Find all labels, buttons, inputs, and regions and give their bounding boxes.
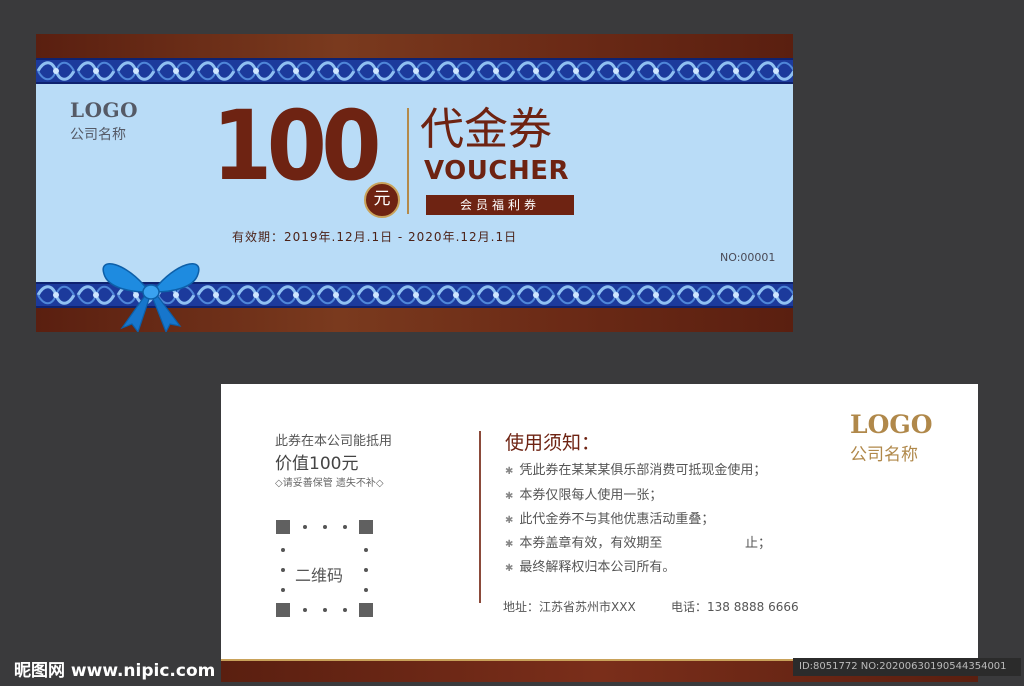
top-ornament-border xyxy=(36,58,793,84)
bullet-icon: ✱ xyxy=(505,491,514,502)
serial-number: NO:00001 xyxy=(720,251,776,264)
voucher-front: LOGO 公司名称 100 元 代金券 VOUCHER 会员福利券 有效期：20… xyxy=(36,34,793,332)
member-benefit-label: 会员福利券 xyxy=(426,195,574,215)
gold-divider xyxy=(407,108,409,214)
bullet-icon: ✱ xyxy=(505,563,514,574)
site-watermark: 昵图网 www.nipic.com xyxy=(14,661,216,681)
validity-period: 有效期：2019年.12月.1日 - 2020年.12月.1日 xyxy=(232,230,518,244)
rule-item: ✱ 凭此券在某某某俱乐部消费可抵现金使用； xyxy=(505,463,767,478)
usage-notes-title: 使用须知： xyxy=(505,432,601,454)
keep-safe-note: ◇请妥善保管 遗失不补◇ xyxy=(275,478,384,489)
company-name: 公司名称 xyxy=(850,445,918,465)
title-chinese: 代金券 xyxy=(420,104,552,155)
bullet-icon: ✱ xyxy=(505,539,514,550)
value-text: 价值100元 xyxy=(275,454,359,474)
rule-item: ✱ 最终解释权归本公司所有。 xyxy=(505,560,676,575)
currency-badge: 元 xyxy=(364,182,400,218)
title-english: VOUCHER xyxy=(424,156,570,186)
rule-item: ✱ 本券盖章有效，有效期至 止； xyxy=(505,536,772,551)
voucher-amount: 100 xyxy=(212,90,382,202)
qr-code-label: 二维码 xyxy=(295,566,344,585)
bullet-icon: ✱ xyxy=(505,466,514,477)
address: 地址：江苏省苏州市XXX xyxy=(503,600,636,614)
logo-text: LOGO xyxy=(850,410,933,439)
voucher-back: 此券在本公司能抵用 价值100元 ◇请妥善保管 遗失不补◇ 二维码 使用须知： … xyxy=(221,384,978,682)
redeem-text: 此券在本公司能抵用 xyxy=(275,434,393,449)
bullet-icon: ✱ xyxy=(505,515,514,526)
company-name: 公司名称 xyxy=(70,127,126,143)
front-logo: LOGO 公司名称 xyxy=(70,98,138,144)
logo-text: LOGO xyxy=(70,98,138,122)
ribbon-bow-icon xyxy=(102,263,200,332)
vertical-divider xyxy=(479,431,481,603)
image-id-label: ID:8051772 NO:20200630190544354001 xyxy=(793,658,1021,676)
rule-item: ✱ 本券仅限每人使用一张； xyxy=(505,488,663,503)
top-brown-band xyxy=(36,34,793,58)
back-logo: LOGO 公司名称 xyxy=(850,410,932,465)
phone: 电话：138 8888 6666 xyxy=(671,600,799,614)
rule-item: ✱ 此代金券不与其他优惠活动重叠； xyxy=(505,512,715,527)
